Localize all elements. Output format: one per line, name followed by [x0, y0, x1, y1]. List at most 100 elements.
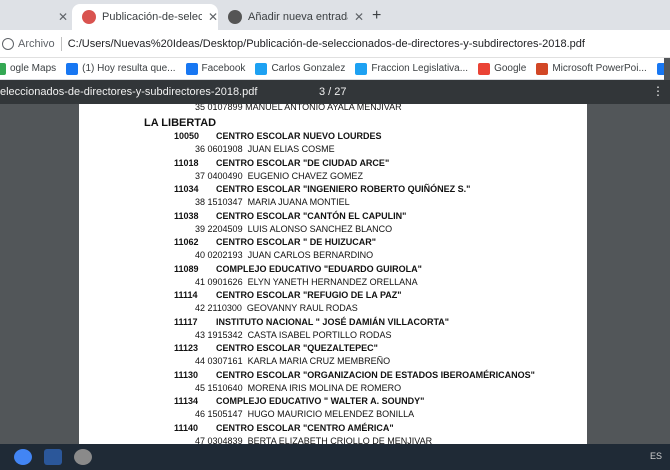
school-code: 11038 [174, 210, 199, 221]
entry-number: 40 [195, 250, 206, 260]
entry-name: JUAN ELIAS COSME [247, 144, 335, 154]
chrome-icon[interactable] [14, 449, 32, 465]
address-bar[interactable]: Archivo C:/Users/Nuevas%20Ideas/Desktop/… [0, 30, 670, 58]
close-icon[interactable]: ✕ [58, 10, 68, 24]
pdf-toolbar: eleccionados-de-directores-y-subdirector… [0, 80, 670, 104]
bookmark-item[interactable]: (32) Daniel Gonzále... [656, 62, 664, 75]
more-options-icon[interactable]: ⋮ [652, 84, 664, 98]
entry-id: 0901626 [207, 276, 243, 287]
bookmark-label: (1) Hoy resulta que... [82, 63, 176, 74]
school-row: 11123 CENTRO ESCOLAR "QUEZALTEPEC" [174, 343, 378, 353]
school-name: CENTRO ESCOLAR "ORGANIZACION DE ESTADOS … [216, 369, 535, 380]
school-code: 11117 [174, 316, 198, 327]
list-item: 38 1510347 MARIA JUANA MONTIEL [195, 197, 350, 207]
school-code: 11134 [174, 396, 199, 406]
entry-number: 39 [195, 223, 206, 234]
paint-icon[interactable] [74, 449, 92, 465]
tab-label: Publicación-de-seleccionados-de- [102, 11, 202, 23]
list-item: 45 1510640 MORENA IRIS MOLINA DE ROMERO [195, 383, 401, 393]
school-name: CENTRO ESCOLAR NUEVO LOURDES [216, 131, 382, 141]
entry-id: 2110300 [207, 303, 242, 313]
bookmark-icon [536, 62, 549, 75]
school-code: 11062 [174, 237, 199, 247]
tab-label: Añadir nueva entrada ‹ — WordP [248, 11, 348, 23]
entry-number: 35 [195, 104, 206, 112]
new-tab-button[interactable]: + [372, 7, 381, 25]
bookmark-icon [0, 62, 6, 75]
pdf-page: 35 0107899 MANUEL ANTONIO AYALA MENJIVAR… [79, 104, 587, 444]
school-code: 11140 [174, 422, 199, 433]
entry-number: 37 [195, 170, 206, 181]
school-code: 11089 [174, 263, 199, 274]
region-heading: LA LIBERTAD [144, 117, 217, 129]
bookmark-icon [656, 62, 664, 75]
school-row: 10050 CENTRO ESCOLAR NUEVO LOURDES [174, 131, 382, 141]
entry-name: MANUEL ANTONIO AYALA MENJIVAR [245, 104, 402, 112]
bookmark-icon [355, 62, 368, 75]
bookmark-item[interactable]: Carlos Gonzalez [255, 62, 345, 75]
entry-id: 0601908 [207, 144, 243, 154]
pdf-viewer[interactable]: 35 0107899 MANUEL ANTONIO AYALA MENJIVAR… [0, 104, 670, 444]
entry-name: CASTA ISABEL PORTILLO RODAS [247, 329, 392, 340]
bookmark-item[interactable]: Facebook [185, 62, 246, 75]
bookmark-item[interactable]: (1) Hoy resulta que... [66, 62, 176, 75]
tab-bar: ✕ Publicación-de-seleccionados-de- ✕ Aña… [0, 0, 670, 30]
entry-id: 1505147 [207, 409, 243, 419]
entry-number: 45 [195, 382, 206, 393]
school-row: 11117 INSTITUTO NACIONAL " JOSÉ DAMIÁN VI… [174, 317, 449, 327]
bookmark-label: Facebook [201, 63, 246, 74]
school-row: 11018 CENTRO ESCOLAR "DE CIUDAD ARCE" [174, 158, 389, 168]
bookmark-icon [185, 62, 198, 75]
school-row: 11089 COMPLEJO EDUCATIVO "EDUARDO GUIROLA… [174, 264, 422, 274]
bookmark-item[interactable]: Microsoft PowerPoi... [536, 62, 647, 75]
entry-id: 0304839 [207, 435, 243, 445]
tab-previous[interactable]: ✕ [20, 4, 70, 30]
taskbar: ES [0, 444, 670, 470]
school-row: 11140 CENTRO ESCOLAR "CENTRO AMÉRICA" [174, 423, 394, 433]
entry-name: BERTA ELIZABETH CRIOLLO DE MENJIVAR [247, 435, 433, 445]
url-text[interactable]: C:/Users/Nuevas%20Ideas/Desktop/Publicac… [68, 38, 585, 50]
list-item: 41 0901626 ELYN YANETH HERNANDEZ ORELLAN… [195, 277, 418, 287]
entry-name: GEOVANNY RAUL RODAS [246, 303, 358, 313]
list-item: 36 0601908 JUAN ELIAS COSME [195, 144, 335, 154]
school-name: CENTRO ESCOLAR "CANTÓN EL CAPULIN" [216, 210, 407, 221]
bookmark-label: ogle Maps [10, 63, 57, 74]
school-code: 11123 [174, 343, 199, 353]
site-info-button[interactable]: Archivo [2, 37, 55, 50]
bookmark-item[interactable]: Fraccion Legislativa... [355, 62, 469, 75]
word-icon[interactable] [44, 449, 62, 465]
entry-id: 0107899 [207, 104, 243, 112]
bookmark-item[interactable]: Google [478, 62, 526, 75]
close-icon[interactable]: ✕ [208, 10, 218, 24]
entry-number: 46 [195, 409, 206, 419]
divider [60, 36, 62, 51]
bookmarks-bar: ogle Maps (1) Hoy resulta que... Facebook C… [0, 58, 664, 80]
school-row: 11130 CENTRO ESCOLAR "ORGANIZACION DE EST… [174, 370, 535, 380]
entry-number: 43 [195, 329, 206, 340]
system-tray-text: ES [650, 451, 663, 461]
entry-number: 42 [195, 303, 206, 313]
school-name: CENTRO ESCOLAR "DE CIUDAD ARCE" [216, 157, 390, 168]
entry-id: 2204509 [207, 223, 243, 234]
entry-number: 38 [195, 197, 206, 207]
list-item: 43 1915342 CASTA ISABEL PORTILLO RODAS [195, 330, 391, 340]
school-name: COMPLEJO EDUCATIVO " WALTER A. SOUNDY" [216, 396, 425, 406]
close-icon[interactable]: ✕ [354, 10, 364, 24]
school-name: CENTRO ESCOLAR "CENTRO AMÉRICA" [216, 422, 394, 433]
page-indicator[interactable]: 3 / 27 [319, 86, 347, 98]
school-name: CENTRO ESCOLAR "REFUGIO DE LA PAZ" [216, 290, 402, 300]
bookmark-label: Fraccion Legislativa... [371, 63, 469, 74]
list-item: 39 2204509 LUIS ALONSO SANCHEZ BLANCO [195, 224, 392, 234]
tab-wordpress[interactable]: Añadir nueva entrada ‹ — WordP ✕ [218, 4, 364, 30]
list-item: 44 0307161 KARLA MARIA CRUZ MEMBREÑO [195, 356, 390, 366]
school-row: 11034 CENTRO ESCOLAR "INGENIERO ROBERTO Q… [174, 184, 470, 194]
school-name: CENTRO ESCOLAR "QUEZALTEPEC" [216, 343, 378, 353]
bookmark-item[interactable]: ogle Maps [0, 62, 57, 75]
school-name: CENTRO ESCOLAR "INGENIERO ROBERTO QUIÑÓN… [216, 184, 471, 194]
entry-name: KARLA MARIA CRUZ MEMBREÑO [247, 356, 391, 366]
list-item: 47 0304839 BERTA ELIZABETH CRIOLLO DE ME… [195, 436, 432, 445]
entry-id: 0400490 [207, 170, 243, 181]
pdf-favicon-icon [82, 10, 96, 24]
tab-pdf[interactable]: Publicación-de-seleccionados-de- ✕ [72, 4, 218, 30]
entry-name: EUGENIO CHAVEZ GOMEZ [247, 170, 363, 181]
